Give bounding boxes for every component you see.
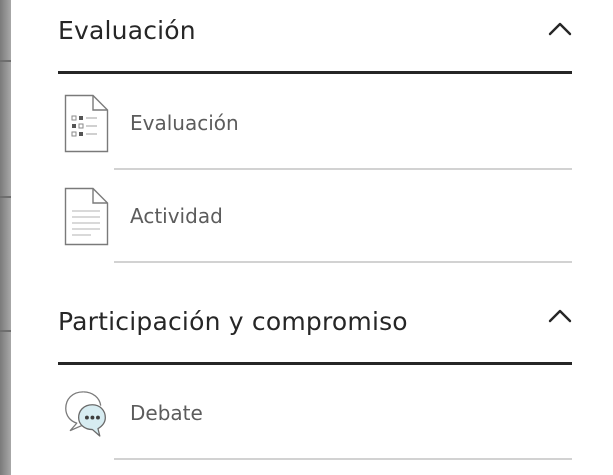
section-header-evaluacion[interactable]: Evaluación [58, 0, 572, 74]
chevron-up-icon[interactable] [548, 309, 572, 323]
list-item-label: Actividad [130, 204, 223, 228]
divider [114, 458, 572, 460]
section-header-participacion[interactable]: Participación y compromiso [58, 291, 572, 365]
chevron-up-icon[interactable] [548, 22, 572, 36]
list-item-actividad[interactable]: Actividad [58, 170, 572, 263]
document-icon [64, 187, 109, 246]
section-title: Evaluación [58, 16, 196, 45]
section-title: Participación y compromiso [58, 307, 408, 336]
list-item-debate[interactable]: Debate [58, 367, 572, 460]
assessment-document-icon [64, 94, 109, 153]
list-item-label: Evaluación [130, 111, 239, 135]
divider [114, 261, 572, 263]
content-type-panel: Evaluación Evaluación Actividad Particip… [11, 0, 613, 475]
list-item-evaluacion[interactable]: Evaluación [58, 77, 572, 170]
list-item-label: Debate [130, 401, 203, 425]
discussion-bubbles-icon [65, 391, 106, 437]
background-panel-edge [0, 0, 11, 475]
